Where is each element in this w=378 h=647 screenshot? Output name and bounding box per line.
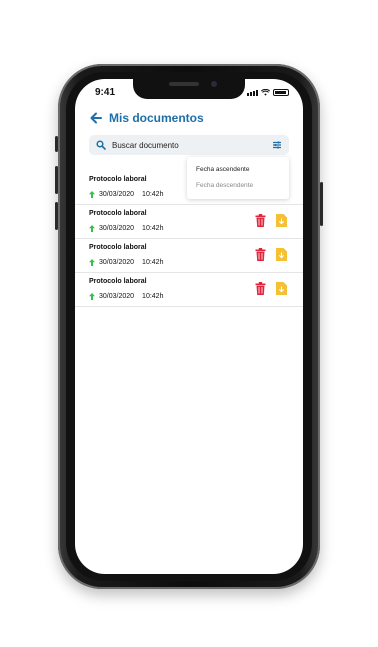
sort-option-descending[interactable]: Fecha descendente [196, 182, 253, 189]
volume-down-button [55, 202, 58, 230]
status-time: 9:41 [95, 87, 116, 98]
battery-icon [273, 89, 289, 96]
upload-arrow-icon [89, 225, 95, 232]
document-meta: 30/03/2020 10:42h [89, 259, 163, 266]
filter-icon[interactable] [272, 140, 282, 150]
sort-option-ascending[interactable]: Fecha ascendente [196, 166, 249, 173]
document-meta: 30/03/2020 10:42h [89, 293, 163, 300]
document-meta: 30/03/2020 10:42h [89, 191, 163, 198]
document-time: 10:42h [142, 191, 164, 198]
search-icon [96, 140, 106, 150]
list-item[interactable]: Protocolo laboral 30/03/2020 10:42h [75, 273, 303, 307]
document-name: Protocolo laboral [89, 210, 147, 217]
row-actions [255, 214, 287, 227]
search-bar[interactable]: Buscar documento [89, 135, 289, 155]
trash-icon[interactable] [255, 214, 266, 227]
upload-arrow-icon [89, 191, 95, 198]
document-date: 30/03/2020 [99, 293, 135, 300]
upload-arrow-icon [89, 259, 95, 266]
document-time: 10:42h [142, 259, 164, 266]
header: Mis documentos [89, 109, 289, 127]
trash-icon[interactable] [255, 248, 266, 261]
page-title: Mis documentos [109, 111, 204, 125]
document-name: Protocolo laboral [89, 244, 147, 251]
signal-icon [247, 90, 258, 96]
list-item[interactable]: Protocolo laboral 30/03/2020 10:42h [75, 205, 303, 239]
document-time: 10:42h [142, 293, 164, 300]
download-file-icon[interactable] [276, 248, 287, 261]
upload-arrow-icon [89, 293, 95, 300]
sort-dropdown: Fecha ascendente Fecha descendente [187, 157, 289, 199]
document-time: 10:42h [142, 225, 164, 232]
row-actions [255, 248, 287, 261]
trash-icon[interactable] [255, 282, 266, 295]
phone-screen: 9:41 Mis documentos Buscar documento Pro… [75, 79, 303, 574]
row-actions [255, 282, 287, 295]
back-arrow-icon[interactable] [89, 111, 103, 125]
download-file-icon[interactable] [276, 282, 287, 295]
download-file-icon[interactable] [276, 214, 287, 227]
document-date: 30/03/2020 [99, 259, 135, 266]
status-bar: 9:41 [75, 85, 303, 101]
list-item[interactable]: Protocolo laboral 30/03/2020 10:42h [75, 239, 303, 273]
document-date: 30/03/2020 [99, 191, 135, 198]
volume-up-button [55, 166, 58, 194]
power-button [320, 182, 323, 226]
document-name: Protocolo laboral [89, 176, 147, 183]
mute-switch [55, 136, 58, 152]
document-meta: 30/03/2020 10:42h [89, 225, 163, 232]
document-name: Protocolo laboral [89, 278, 147, 285]
status-icons [247, 89, 289, 96]
document-date: 30/03/2020 [99, 225, 135, 232]
wifi-icon [261, 89, 270, 96]
search-input[interactable]: Buscar documento [112, 141, 272, 150]
